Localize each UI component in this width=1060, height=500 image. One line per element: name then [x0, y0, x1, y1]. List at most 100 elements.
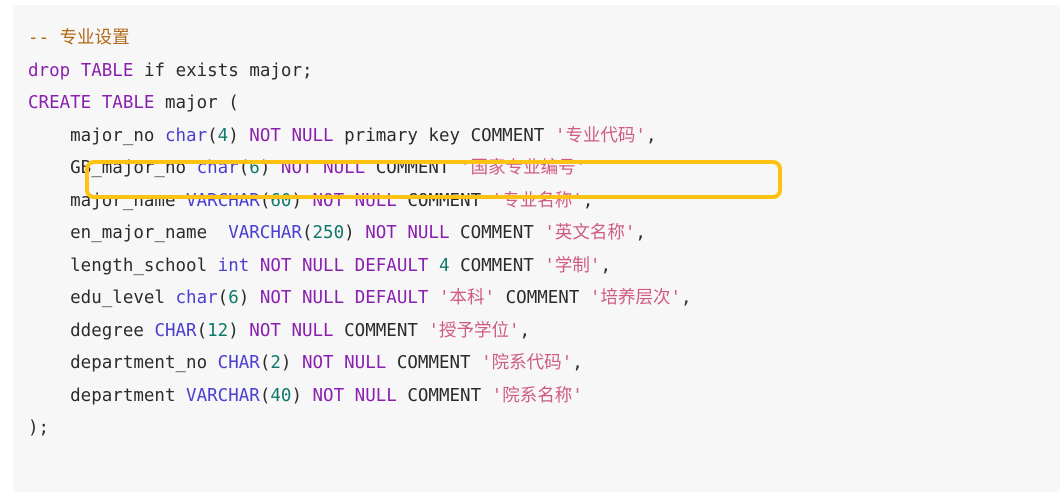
code-token: if [143, 60, 166, 81]
code-token: , [600, 255, 611, 276]
code-token: NULL [407, 223, 450, 243]
code-token: ) [238, 288, 260, 308]
code-line[interactable]: GB_major_no char(6) NOT NULL COMMENT '国家… [28, 152, 1060, 185]
code-token: NOT [249, 125, 281, 146]
code-token: 40 [270, 385, 292, 406]
code-token: COMMENT [333, 320, 429, 341]
code-token: major_no [28, 125, 165, 146]
code-token: , [582, 190, 594, 211]
code-token: ddegree [28, 320, 155, 341]
code-token: ) [280, 353, 302, 373]
code-token: '国家专业编号' [460, 158, 587, 178]
code-token: ) [259, 158, 281, 178]
code-token: drop [28, 60, 71, 81]
code-token: , [645, 125, 657, 146]
code-token: primary key COMMENT [333, 125, 555, 146]
code-token: COMMENT [365, 158, 461, 178]
code-token: 4 [438, 255, 450, 276]
code-token: edu_level [28, 288, 176, 308]
code-token: NOT [312, 190, 345, 211]
screenshot-root: -- 专业设置 drop TABLE if exists major; CREATE… [0, 0, 1060, 500]
code-token: TABLE [101, 93, 155, 113]
code-token: '院系名称' [491, 385, 583, 406]
code-token: ( [259, 353, 271, 373]
code-token: ) [228, 125, 250, 146]
code-token: '培养层次' [589, 288, 681, 308]
code-token: , [635, 223, 646, 243]
code-token: major ( [154, 93, 239, 113]
code-line[interactable]: department VARCHAR(40) NOT NULL COMMENT … [28, 380, 1060, 413]
code-token: ( [207, 125, 218, 146]
code-token: exists [175, 60, 239, 81]
code-line[interactable]: ); [28, 412, 1060, 445]
code-token: NULL [291, 320, 334, 341]
code-token: '院系代码' [481, 353, 573, 373]
code-token: 60 [270, 190, 292, 211]
code-line[interactable]: ddegree CHAR(12) NOT NULL COMMENT '授予学位'… [28, 315, 1060, 348]
code-token: ) [228, 320, 250, 341]
code-token: '学制' [544, 255, 601, 276]
code-line[interactable]: -- 专业设置 [28, 22, 1060, 55]
code-token: NULL [291, 125, 334, 146]
code-line[interactable]: edu_level char(6) NOT NULL DEFAULT '本科' … [28, 282, 1060, 315]
code-token: NOT [249, 320, 281, 341]
code-token: '专业名称' [491, 190, 583, 211]
code-token: major; [238, 60, 313, 81]
code-token: , [519, 320, 531, 341]
code-token: ); [28, 418, 50, 438]
code-line[interactable]: department_no CHAR(2) NOT NULL COMMENT '… [28, 347, 1060, 380]
code-token: NOT [259, 288, 292, 308]
code-line[interactable]: CREATE TABLE major ( [28, 87, 1060, 120]
code-token: ) [291, 190, 313, 211]
code-token: '专业代码' [554, 125, 646, 146]
code-token: ) [344, 223, 366, 243]
code-token: 4 [217, 125, 229, 146]
code-token: NULL [302, 288, 345, 308]
code-token: '本科' [439, 288, 496, 308]
code-token: 6 [228, 288, 239, 308]
code-token: NULL [323, 158, 366, 178]
code-token: int [217, 255, 250, 276]
code-token: ( [301, 223, 313, 243]
code-line[interactable]: major_no char(4) NOT NULL primary key CO… [28, 120, 1060, 153]
code-token: , [572, 353, 583, 373]
code-token: COMMENT [396, 190, 492, 211]
code-token: ( [259, 190, 271, 211]
code-token: length_school [28, 255, 218, 276]
code-token: department_no [28, 353, 218, 373]
code-token: ( [259, 385, 271, 406]
code-token: NOT [312, 385, 345, 406]
code-token: TABLE [80, 60, 134, 81]
code-lines-container[interactable]: -- 专业设置 drop TABLE if exists major; CREATE… [28, 22, 1060, 445]
code-token: char [175, 288, 218, 308]
code-line[interactable]: major_name VARCHAR(60) NOT NULL COMMENT … [28, 185, 1060, 218]
code-token: NOT [301, 353, 334, 373]
code-token: COMMENT [449, 255, 545, 276]
code-line[interactable]: length_school int NOT NULL DEFAULT 4 COM… [28, 250, 1060, 283]
code-line[interactable]: drop TABLE if exists major; [28, 55, 1060, 88]
sql-code-block[interactable]: -- 专业设置 drop TABLE if exists major; CREATE… [13, 5, 1060, 492]
code-token: 12 [207, 320, 229, 341]
code-token: NULL [344, 353, 387, 373]
code-token: char [164, 125, 208, 146]
code-line[interactable]: en_major_name VARCHAR(250) NOT NULL COMM… [28, 217, 1060, 250]
code-token: 6 [249, 158, 260, 178]
code-token: DEFAULT [354, 255, 429, 276]
code-token: en_major_name [28, 223, 229, 243]
code-token: VARCHAR [186, 190, 260, 211]
